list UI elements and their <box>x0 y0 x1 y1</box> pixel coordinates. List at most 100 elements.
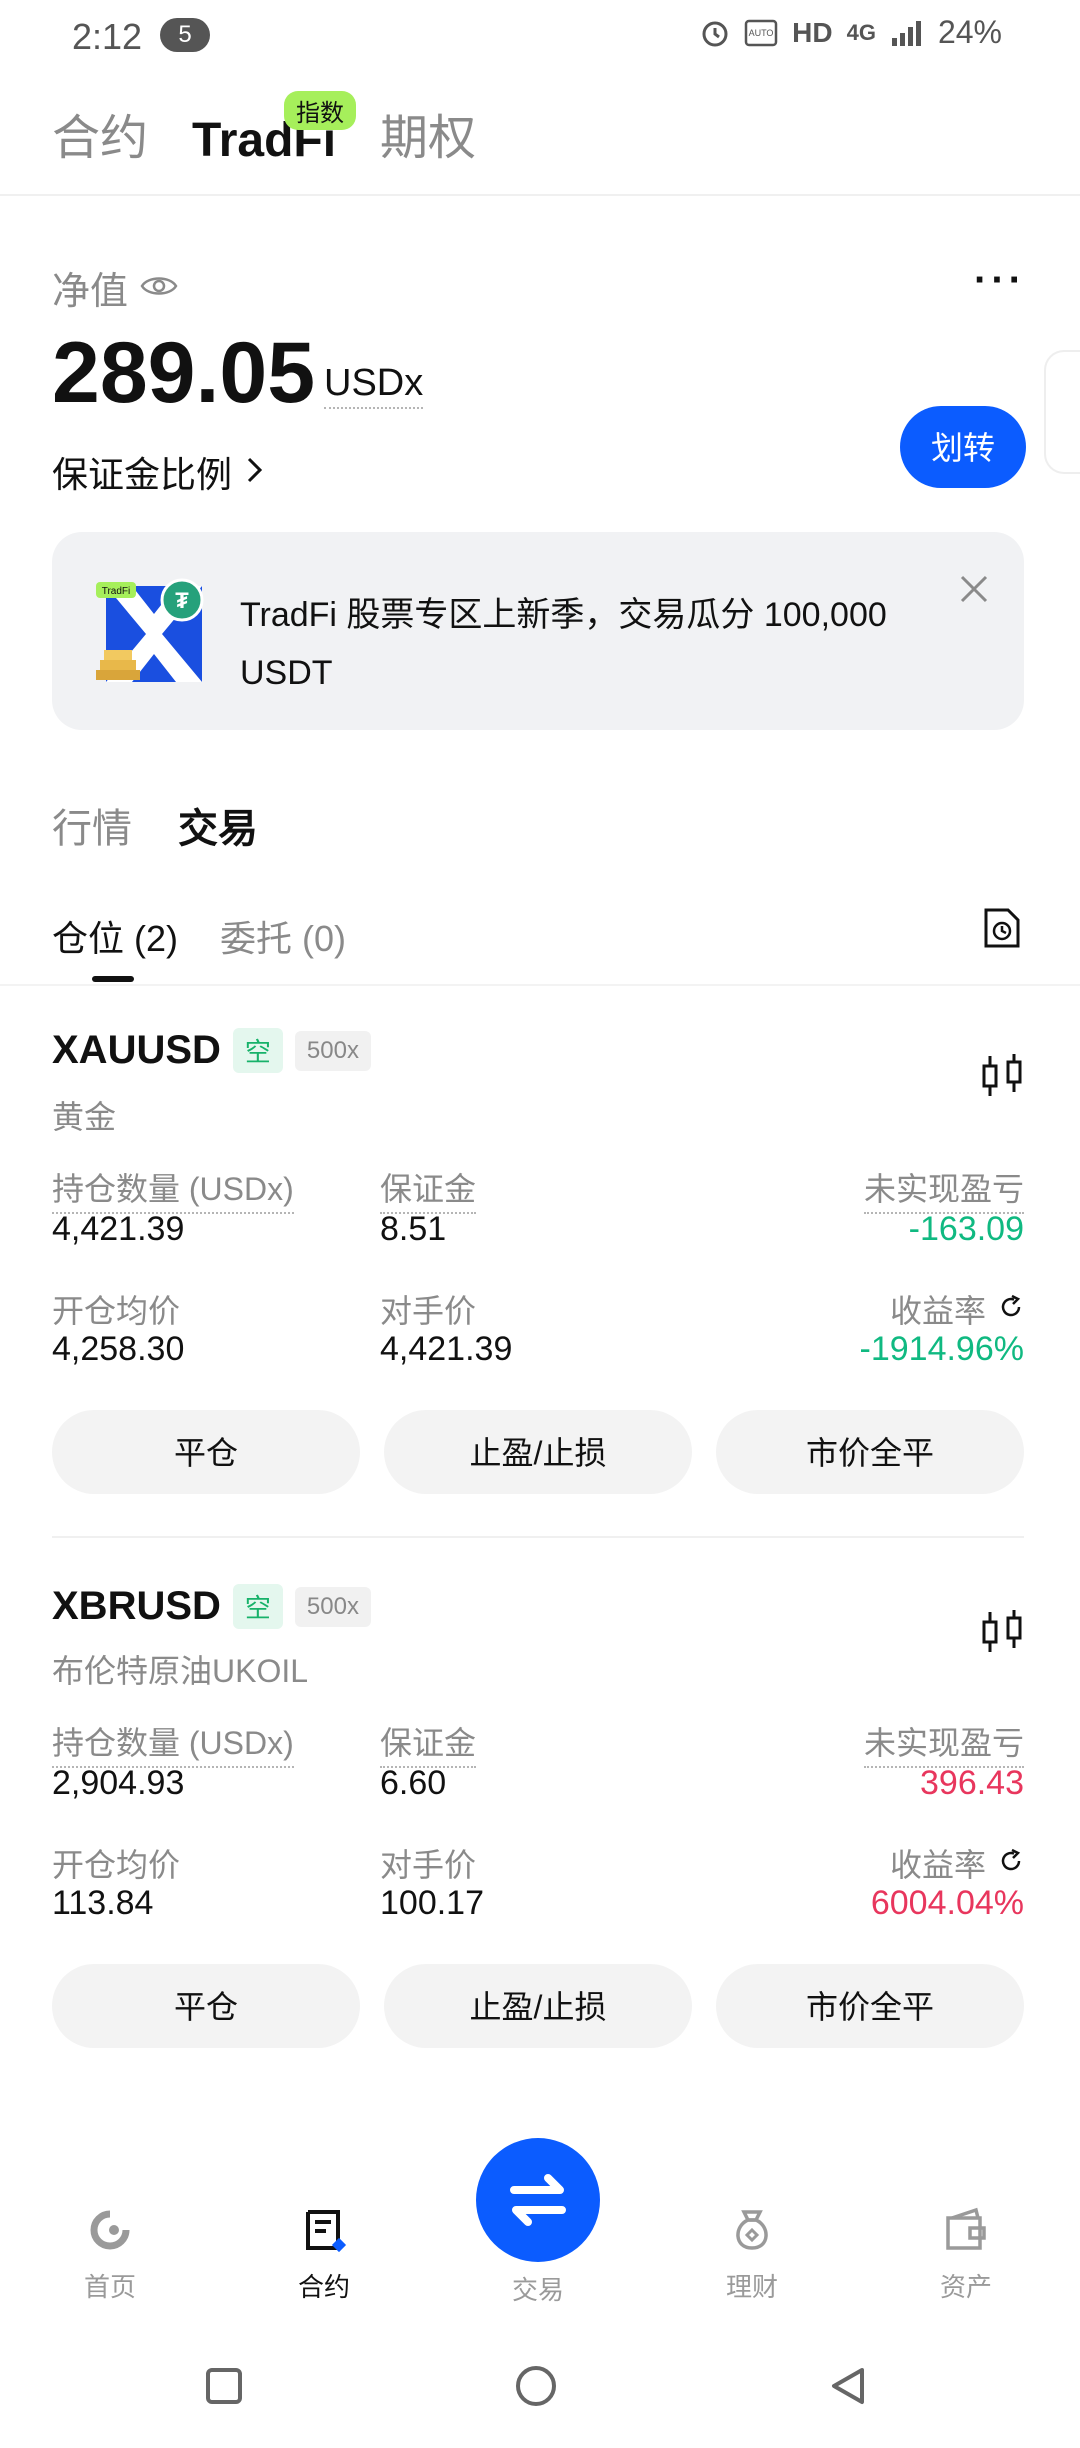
network-type: 4G <box>846 19 876 45</box>
tab-positions[interactable]: 仓位 (2) <box>52 910 178 962</box>
mark-value: 100.17 <box>380 1884 484 1922</box>
margin-ratio-label: 保证金比例 <box>52 454 233 495</box>
tradfi-promo-logo: ₮ TradFi <box>96 576 212 692</box>
banner-text: TradFi 股票专区上新季，交易瓜分 100,000 USDT <box>240 596 887 692</box>
tab-futures[interactable]: 合约 <box>52 98 148 168</box>
nav-earn[interactable]: 理财 <box>692 2206 812 2304</box>
home-icon <box>50 2206 170 2261</box>
mark-value: 4,421.39 <box>380 1330 513 1368</box>
candlestick-chart-icon[interactable] <box>980 1052 1024 1105</box>
margin-label[interactable]: 保证金 <box>380 1718 477 1768</box>
roe-label: 收益率 <box>889 1847 986 1883</box>
card-divider <box>52 1536 1024 1538</box>
close-position-button[interactable]: 平仓 <box>52 1964 360 2048</box>
sub-divider <box>0 984 1080 986</box>
margin-ratio-link[interactable]: 保证金比例 <box>52 446 264 498</box>
section-tabs: 行情 交易 <box>52 796 258 854</box>
nav-home[interactable]: 首页 <box>50 2206 170 2304</box>
banner-logo-text: TradFi <box>102 586 131 597</box>
status-icons: AUTO HD 4G 24% <box>700 14 1002 51</box>
signal-icon <box>890 18 924 48</box>
leverage-tag[interactable]: 500x <box>294 1030 371 1071</box>
size-value: 4,421.39 <box>52 1210 185 1248</box>
equity-label: 净值 <box>52 271 129 313</box>
nav-trade[interactable]: 交易 <box>478 2270 598 2307</box>
refresh-icon[interactable] <box>998 1845 1024 1882</box>
entry-label: 开仓均价 <box>52 1293 181 1329</box>
tp-sl-button[interactable]: 止盈/止损 <box>384 1410 692 1494</box>
earn-icon <box>692 2206 812 2261</box>
roe-label-row: 收益率 <box>890 1286 1024 1332</box>
entry-value: 4,258.30 <box>52 1330 185 1368</box>
tab-market[interactable]: 行情 <box>52 796 132 854</box>
position-symbol[interactable]: XAUUSD <box>52 1028 221 1073</box>
position-header: XAUUSD 空 500x <box>52 1028 371 1073</box>
svg-text:₮: ₮ <box>175 588 189 613</box>
size-label[interactable]: 持仓数量 (USDx) <box>52 1718 294 1768</box>
close-icon[interactable] <box>958 570 990 615</box>
nav-earn-label: 理财 <box>725 2272 778 2302</box>
position-name: 黄金 <box>52 1099 117 1135</box>
trade-swap-button[interactable] <box>476 2138 600 2262</box>
entry-label: 开仓均价 <box>52 1847 181 1883</box>
wallet-icon <box>906 2206 1026 2261</box>
refresh-icon[interactable] <box>998 1291 1024 1328</box>
top-divider <box>0 194 1080 196</box>
nav-assets[interactable]: 资产 <box>906 2206 1026 2304</box>
mark-label: 对手价 <box>380 1293 477 1329</box>
position-name: 布伦特原油UKOIL <box>52 1653 309 1689</box>
side-tag: 空 <box>232 1584 283 1629</box>
nav-home-label: 首页 <box>83 2272 136 2302</box>
pnl-label[interactable]: 未实现盈亏 <box>863 1164 1024 1214</box>
close-position-button[interactable]: 平仓 <box>52 1410 360 1494</box>
tab-orders[interactable]: 委托 (0) <box>220 910 346 962</box>
index-badge: 指数 <box>284 91 357 130</box>
entry-value: 113.84 <box>52 1884 154 1922</box>
eye-icon[interactable] <box>140 266 178 309</box>
size-value: 2,904.93 <box>52 1764 185 1802</box>
tab-options[interactable]: 期权 <box>380 98 476 168</box>
side-panel-edge[interactable] <box>1044 350 1080 474</box>
swap-icon <box>510 2174 566 2226</box>
margin-value: 8.51 <box>380 1210 447 1248</box>
recent-apps-icon[interactable] <box>204 2366 244 2411</box>
chevron-right-icon <box>246 451 264 493</box>
nav-futures[interactable]: 合约 <box>264 2206 384 2304</box>
position-symbol[interactable]: XBRUSD <box>52 1584 221 1629</box>
back-icon[interactable] <box>828 2366 868 2411</box>
candlestick-chart-icon[interactable] <box>980 1608 1024 1661</box>
market-close-all-button[interactable]: 市价全平 <box>716 1410 1024 1494</box>
nav-futures-label: 合约 <box>297 2272 350 2302</box>
tab-trade[interactable]: 交易 <box>178 796 258 854</box>
sub-tabs: 仓位 (2) 委托 (0) <box>52 910 346 962</box>
history-icon[interactable] <box>982 906 1022 955</box>
market-close-all-button[interactable]: 市价全平 <box>716 1964 1024 2048</box>
transfer-button[interactable]: 划转 <box>900 406 1026 488</box>
leverage-tag[interactable]: 500x <box>294 1586 371 1627</box>
equity-label-row: 净值 <box>52 260 178 315</box>
pnl-label[interactable]: 未实现盈亏 <box>863 1718 1024 1768</box>
hd-label: HD <box>792 16 833 48</box>
nav-assets-label: 资产 <box>939 2272 992 2302</box>
roe-label: 收益率 <box>889 1293 986 1329</box>
equity-unit[interactable]: USDx <box>324 362 424 409</box>
home-button-icon[interactable] <box>514 2364 558 2413</box>
nav-trade-label: 交易 <box>511 2275 564 2305</box>
margin-label[interactable]: 保证金 <box>380 1164 477 1214</box>
roe-value: -1914.96% <box>859 1330 1024 1368</box>
more-options-icon[interactable]: ··· <box>974 258 1026 303</box>
svg-text:AUTO: AUTO <box>749 28 774 38</box>
status-time: 2:12 <box>72 16 143 57</box>
mark-label: 对手价 <box>380 1847 477 1883</box>
tp-sl-button[interactable]: 止盈/止损 <box>384 1964 692 2048</box>
size-label[interactable]: 持仓数量 (USDx) <box>52 1164 294 1214</box>
tab-tradfi[interactable]: TradFi 指数 <box>192 91 357 168</box>
alarm-icon <box>700 18 730 48</box>
side-tag: 空 <box>232 1028 283 1073</box>
margin-value: 6.60 <box>380 1764 447 1802</box>
promo-banner[interactable]: ₮ TradFi TradFi 股票专区上新季，交易瓜分 100,000 USD… <box>52 532 1024 730</box>
equity-value: 289.05 <box>52 325 316 421</box>
roe-label-row: 收益率 <box>890 1840 1024 1886</box>
notification-badge: 5 <box>160 18 210 52</box>
active-tab-indicator <box>92 976 134 982</box>
